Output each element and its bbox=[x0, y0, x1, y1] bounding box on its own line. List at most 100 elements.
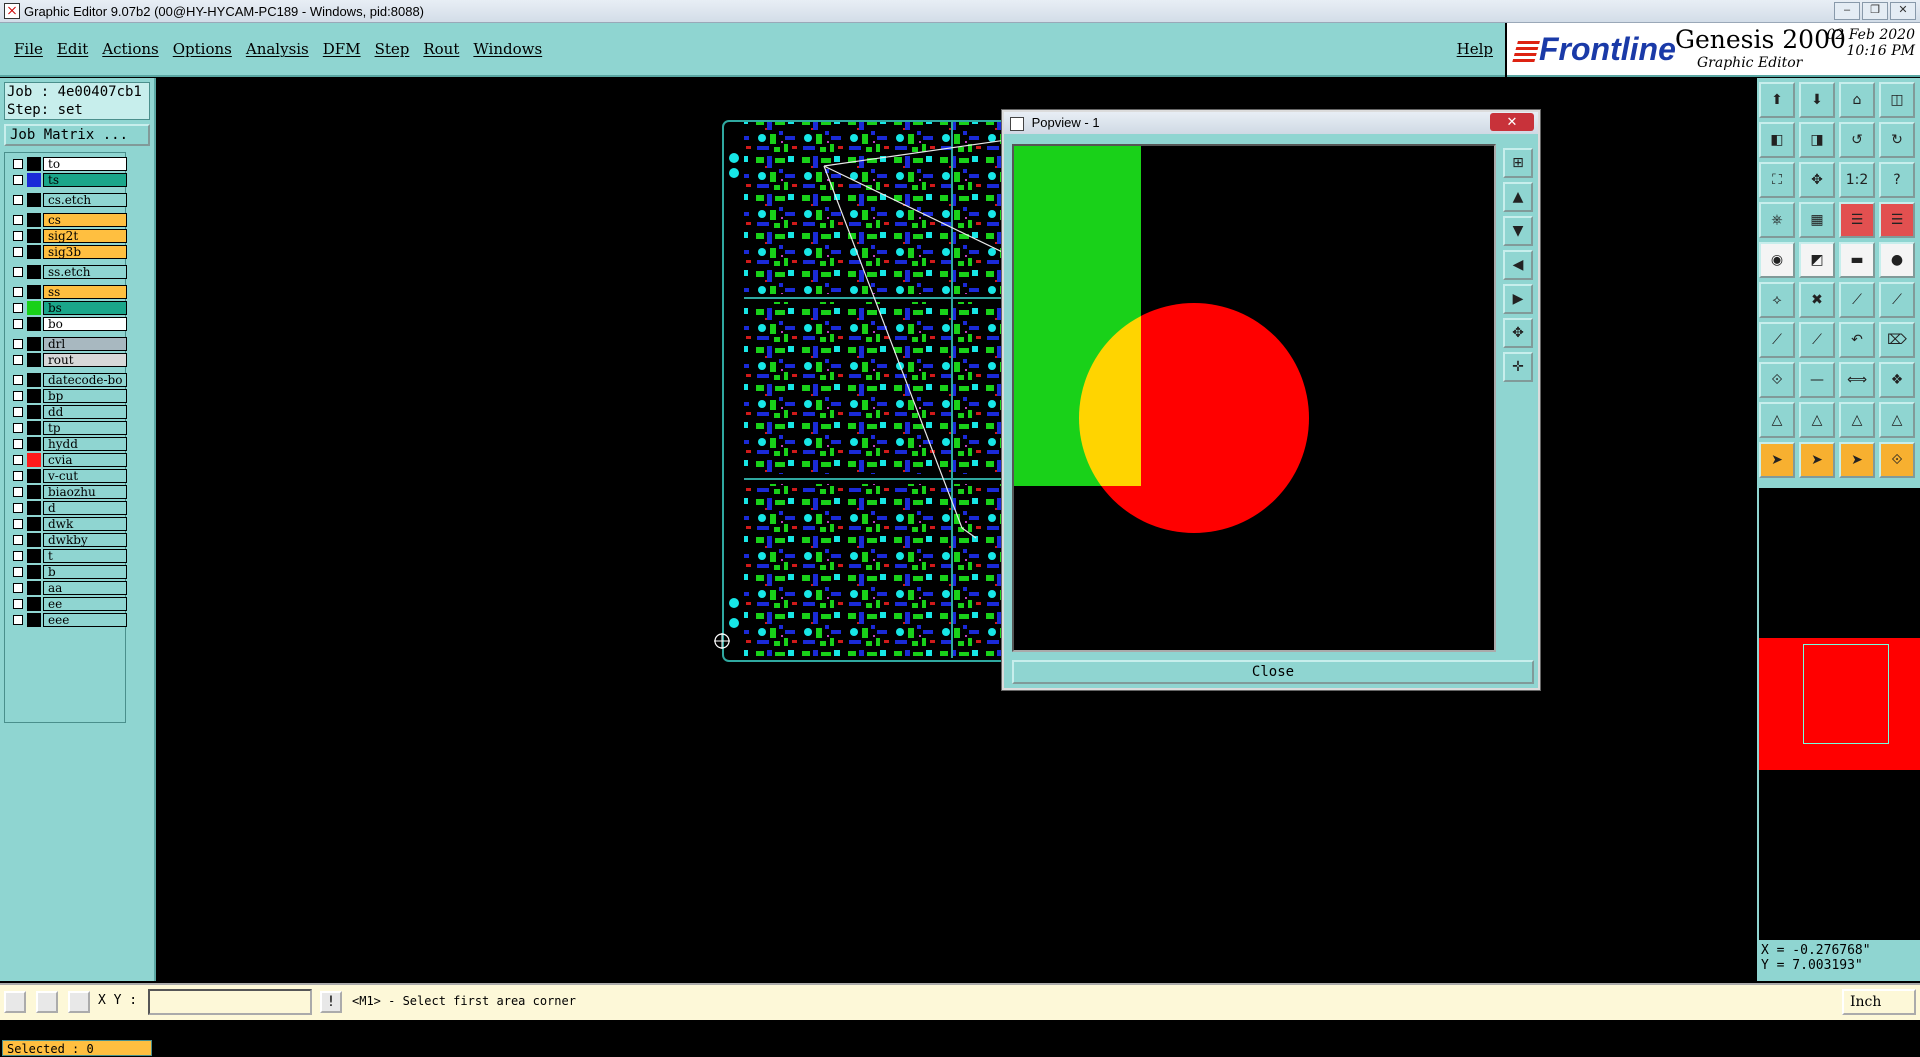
tool-step-right-icon[interactable]: ◨ bbox=[1799, 122, 1835, 158]
layer-color-swatch[interactable] bbox=[27, 453, 41, 467]
layer-name[interactable]: t bbox=[43, 549, 127, 563]
layer-color-swatch[interactable] bbox=[27, 405, 41, 419]
layer-name[interactable]: b bbox=[43, 565, 127, 579]
layer-name[interactable]: v-cut bbox=[43, 469, 127, 483]
tool-select-path-icon[interactable]: ⟐ bbox=[1879, 442, 1915, 478]
layer-checkbox[interactable] bbox=[13, 519, 23, 529]
layer-checkbox[interactable] bbox=[13, 471, 23, 481]
menu-help[interactable]: Help bbox=[1457, 40, 1493, 58]
tool-measure-icon[interactable]: ⟐ bbox=[1759, 362, 1795, 398]
layer-name[interactable]: to bbox=[43, 157, 127, 171]
layer-checkbox[interactable] bbox=[13, 195, 23, 205]
tool-select-net-icon[interactable]: ➤ bbox=[1799, 442, 1835, 478]
layer-checkbox[interactable] bbox=[13, 615, 23, 625]
layer-checkbox[interactable] bbox=[13, 319, 23, 329]
layer-color-swatch[interactable] bbox=[27, 581, 41, 595]
layer-row-d[interactable]: d bbox=[7, 501, 127, 515]
menu-windows[interactable]: Windows bbox=[473, 40, 542, 58]
layer-checkbox[interactable] bbox=[13, 455, 23, 465]
layer-row-ss.etch[interactable]: ss.etch bbox=[7, 265, 127, 279]
layer-name[interactable]: ss.etch bbox=[43, 265, 127, 279]
tool-rotate-icon[interactable]: ↶ bbox=[1839, 322, 1875, 358]
layer-row-aa[interactable]: aa bbox=[7, 581, 127, 595]
layer-row-cs.etch[interactable]: cs.etch bbox=[7, 193, 127, 207]
popview-pan-right-icon[interactable]: ▶ bbox=[1503, 284, 1533, 314]
layer-checkbox[interactable] bbox=[13, 267, 23, 277]
popview-zoom-fit-icon[interactable]: ✥ bbox=[1503, 318, 1533, 348]
layer-row-cs[interactable]: cs bbox=[7, 213, 127, 227]
layer-row-sig2t[interactable]: sig2t bbox=[7, 229, 127, 243]
layer-color-swatch[interactable] bbox=[27, 285, 41, 299]
menu-analysis[interactable]: Analysis bbox=[246, 40, 309, 58]
layer-checkbox[interactable] bbox=[13, 375, 23, 385]
layer-color-swatch[interactable] bbox=[27, 213, 41, 227]
unit-selector[interactable]: Inch bbox=[1842, 989, 1916, 1015]
layer-row-sig3b[interactable]: sig3b bbox=[7, 245, 127, 259]
layer-checkbox[interactable] bbox=[13, 231, 23, 241]
menu-rout[interactable]: Rout bbox=[423, 40, 459, 58]
layer-name[interactable]: eee bbox=[43, 613, 127, 627]
tool-help-icon[interactable]: ? bbox=[1879, 162, 1915, 198]
layer-checkbox[interactable] bbox=[13, 567, 23, 577]
popview-close-button[interactable]: Close bbox=[1012, 660, 1534, 684]
layer-color-swatch[interactable] bbox=[27, 565, 41, 579]
layer-name[interactable]: dwk bbox=[43, 517, 127, 531]
tool-circle-icon[interactable]: ● bbox=[1879, 242, 1915, 278]
tool-undo-icon[interactable]: ↺ bbox=[1839, 122, 1875, 158]
layer-checkbox[interactable] bbox=[13, 583, 23, 593]
menu-dfm[interactable]: DFM bbox=[323, 40, 361, 58]
layer-name[interactable]: bs bbox=[43, 301, 127, 315]
popview-zoom-home-icon[interactable]: ✛ bbox=[1503, 352, 1533, 382]
layer-row-dwkby[interactable]: dwkby bbox=[7, 533, 127, 547]
layer-color-swatch[interactable] bbox=[27, 193, 41, 207]
layer-name[interactable]: dd bbox=[43, 405, 127, 419]
popview-zoom-icon[interactable]: ⊞ bbox=[1503, 148, 1533, 178]
layer-name[interactable]: aa bbox=[43, 581, 127, 595]
tool-select-area-icon[interactable]: ➤ bbox=[1839, 442, 1875, 478]
layer-color-swatch[interactable] bbox=[27, 613, 41, 627]
layer-color-swatch[interactable] bbox=[27, 597, 41, 611]
tool-zoom-ratio-icon[interactable]: 1:2 bbox=[1839, 162, 1875, 198]
layer-checkbox[interactable] bbox=[13, 535, 23, 545]
tool-line-icon[interactable]: ▬ bbox=[1839, 242, 1875, 278]
layer-name[interactable]: dwkby bbox=[43, 533, 127, 547]
layer-checkbox[interactable] bbox=[13, 503, 23, 513]
layer-checkbox[interactable] bbox=[13, 287, 23, 297]
tool-redo-icon[interactable]: ↻ bbox=[1879, 122, 1915, 158]
layer-color-swatch[interactable] bbox=[27, 157, 41, 171]
layer-color-swatch[interactable] bbox=[27, 317, 41, 331]
layer-checkbox[interactable] bbox=[13, 551, 23, 561]
layer-row-hydd[interactable]: hydd bbox=[7, 437, 127, 451]
tool-arc-2-icon[interactable]: △ bbox=[1799, 402, 1835, 438]
overview-map[interactable] bbox=[1759, 488, 1920, 940]
tool-arc-1-icon[interactable]: △ bbox=[1759, 402, 1795, 438]
layer-row-datecode-bo[interactable]: datecode-bo bbox=[7, 373, 127, 387]
layer-name[interactable]: cs bbox=[43, 213, 127, 227]
popview-canvas[interactable] bbox=[1012, 144, 1496, 652]
layer-row-cvia[interactable]: cvia bbox=[7, 453, 127, 467]
tool-line-draw-icon[interactable]: ⟋ bbox=[1759, 322, 1795, 358]
tool-save-icon[interactable]: ⬇ bbox=[1799, 82, 1835, 118]
layer-checkbox[interactable] bbox=[13, 599, 23, 609]
layer-name[interactable]: rout bbox=[43, 353, 127, 367]
tool-step-left-icon[interactable]: ◧ bbox=[1759, 122, 1795, 158]
menu-step[interactable]: Step bbox=[375, 40, 410, 58]
menu-options[interactable]: Options bbox=[173, 40, 232, 58]
layer-color-swatch[interactable] bbox=[27, 301, 41, 315]
layer-checkbox[interactable] bbox=[13, 391, 23, 401]
tool-home-icon[interactable]: ⌂ bbox=[1839, 82, 1875, 118]
popview-pan-left-icon[interactable]: ◀ bbox=[1503, 250, 1533, 280]
layer-row-biaozhu[interactable]: biaozhu bbox=[7, 485, 127, 499]
layer-color-swatch[interactable] bbox=[27, 533, 41, 547]
layer-checkbox[interactable] bbox=[13, 355, 23, 365]
layer-checkbox[interactable] bbox=[13, 303, 23, 313]
layer-name[interactable]: biaozhu bbox=[43, 485, 127, 499]
close-window-button[interactable]: ✕ bbox=[1890, 2, 1916, 20]
tool-resize-icon[interactable]: ⟺ bbox=[1839, 362, 1875, 398]
layer-color-swatch[interactable] bbox=[27, 389, 41, 403]
tool-transform-icon[interactable]: ❖ bbox=[1879, 362, 1915, 398]
exclamation-button[interactable]: ! bbox=[320, 991, 342, 1013]
tool-layout-icon[interactable]: ◫ bbox=[1879, 82, 1915, 118]
xy-input[interactable] bbox=[148, 989, 312, 1015]
layer-name[interactable]: ee bbox=[43, 597, 127, 611]
